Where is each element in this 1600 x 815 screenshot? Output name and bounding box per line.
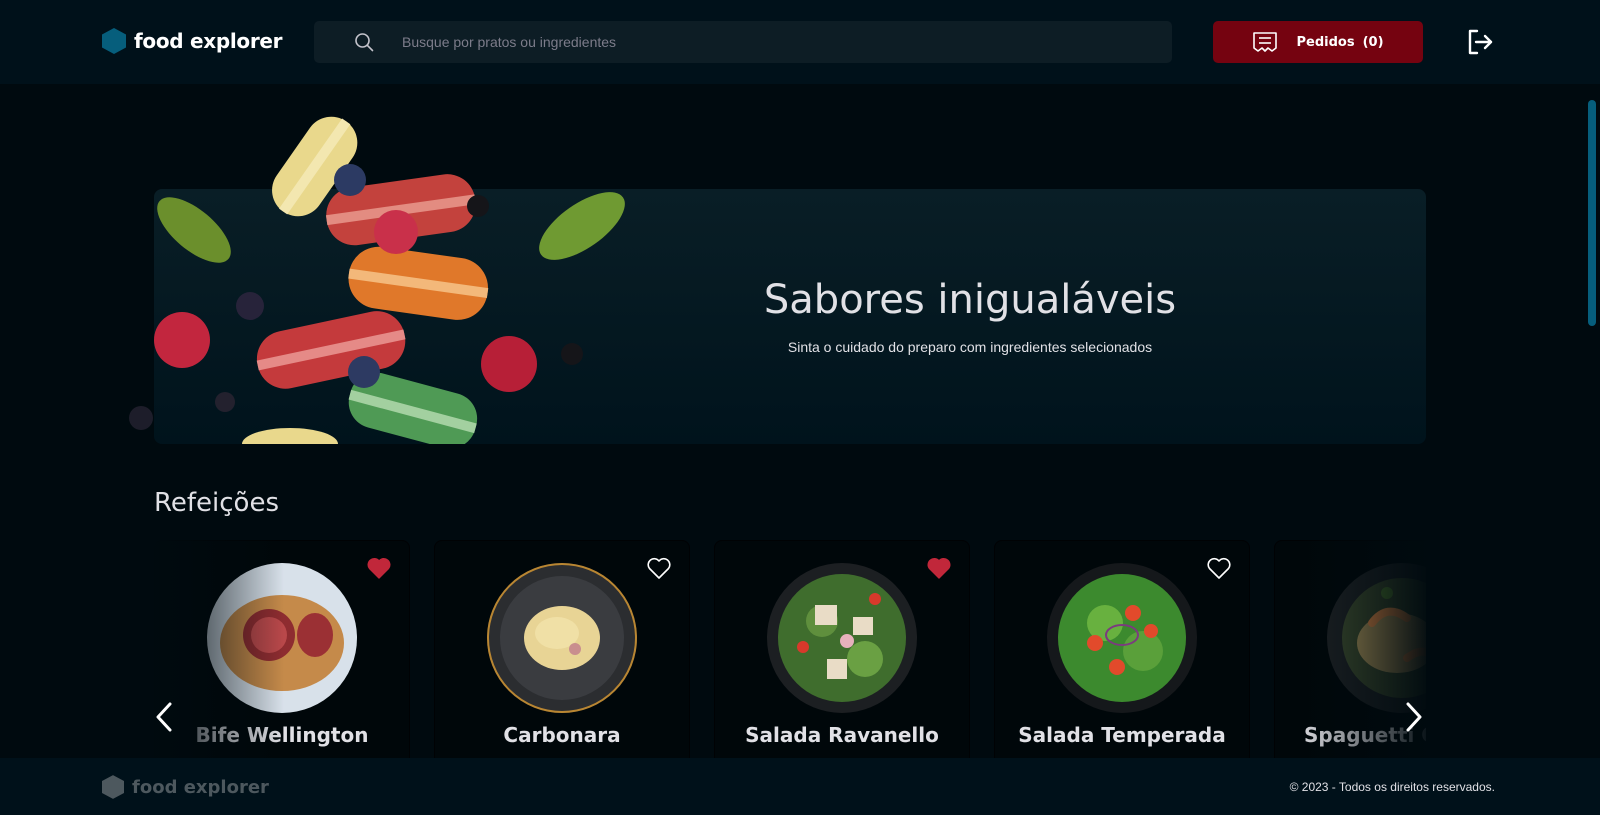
dishes-carousel: Bife Wellington Carbonara Salada Ravanel… [154,540,1426,758]
banner-title: Sabores inigualáveis [763,277,1177,323]
dish-name[interactable]: Salada Temperada [995,723,1249,747]
search-icon [355,33,374,52]
dish-card[interactable]: Carbonara [434,540,690,758]
hexagon-logo-icon [102,28,126,54]
footer: food explorer © 2023 - Todos os direitos… [0,758,1600,815]
dish-card[interactable]: Bife Wellington [154,540,410,758]
logout-icon[interactable] [1466,28,1494,56]
search-bar[interactable] [314,21,1172,63]
heart-icon[interactable] [927,557,951,579]
orders-button[interactable]: Pedidos (0) [1213,21,1423,63]
footer-logo: food explorer [102,775,269,799]
receipt-icon [1253,32,1278,52]
brand-logo[interactable]: food explorer [102,28,283,54]
banner-subtitle: Sinta o cuidado do preparo com ingredien… [787,339,1153,355]
dish-card[interactable]: Salada Ravanello [714,540,970,758]
dish-card[interactable]: Salada Temperada [994,540,1250,758]
orders-count: (0) [1362,34,1384,50]
section-title: Refeições [154,488,280,518]
header: food explorer Pedidos (0) [0,0,1600,84]
hexagon-logo-icon [102,775,124,799]
dish-name[interactable]: Salada Ravanello [715,723,969,747]
dish-image [1327,563,1426,713]
dish-image [207,563,357,713]
dish-name[interactable]: Carbonara [435,723,689,747]
copyright-text: © 2023 - Todos os direitos reservados. [1289,780,1495,794]
orders-label: Pedidos [1296,34,1355,50]
brand-name: food explorer [134,29,283,53]
scrollbar-thumb[interactable] [1588,100,1596,326]
chevron-right-icon[interactable] [1402,700,1426,734]
search-input[interactable] [402,21,1142,63]
macarons-image [129,116,625,444]
chevron-left-icon[interactable] [152,700,176,734]
footer-brand-name: food explorer [132,776,269,798]
heart-icon[interactable] [1207,557,1231,579]
heart-icon[interactable] [367,557,391,579]
heart-icon[interactable] [647,557,671,579]
dish-image [1047,563,1197,713]
dish-name[interactable]: Bife Wellington [155,723,409,747]
dish-image [487,563,637,713]
dish-image [767,563,917,713]
